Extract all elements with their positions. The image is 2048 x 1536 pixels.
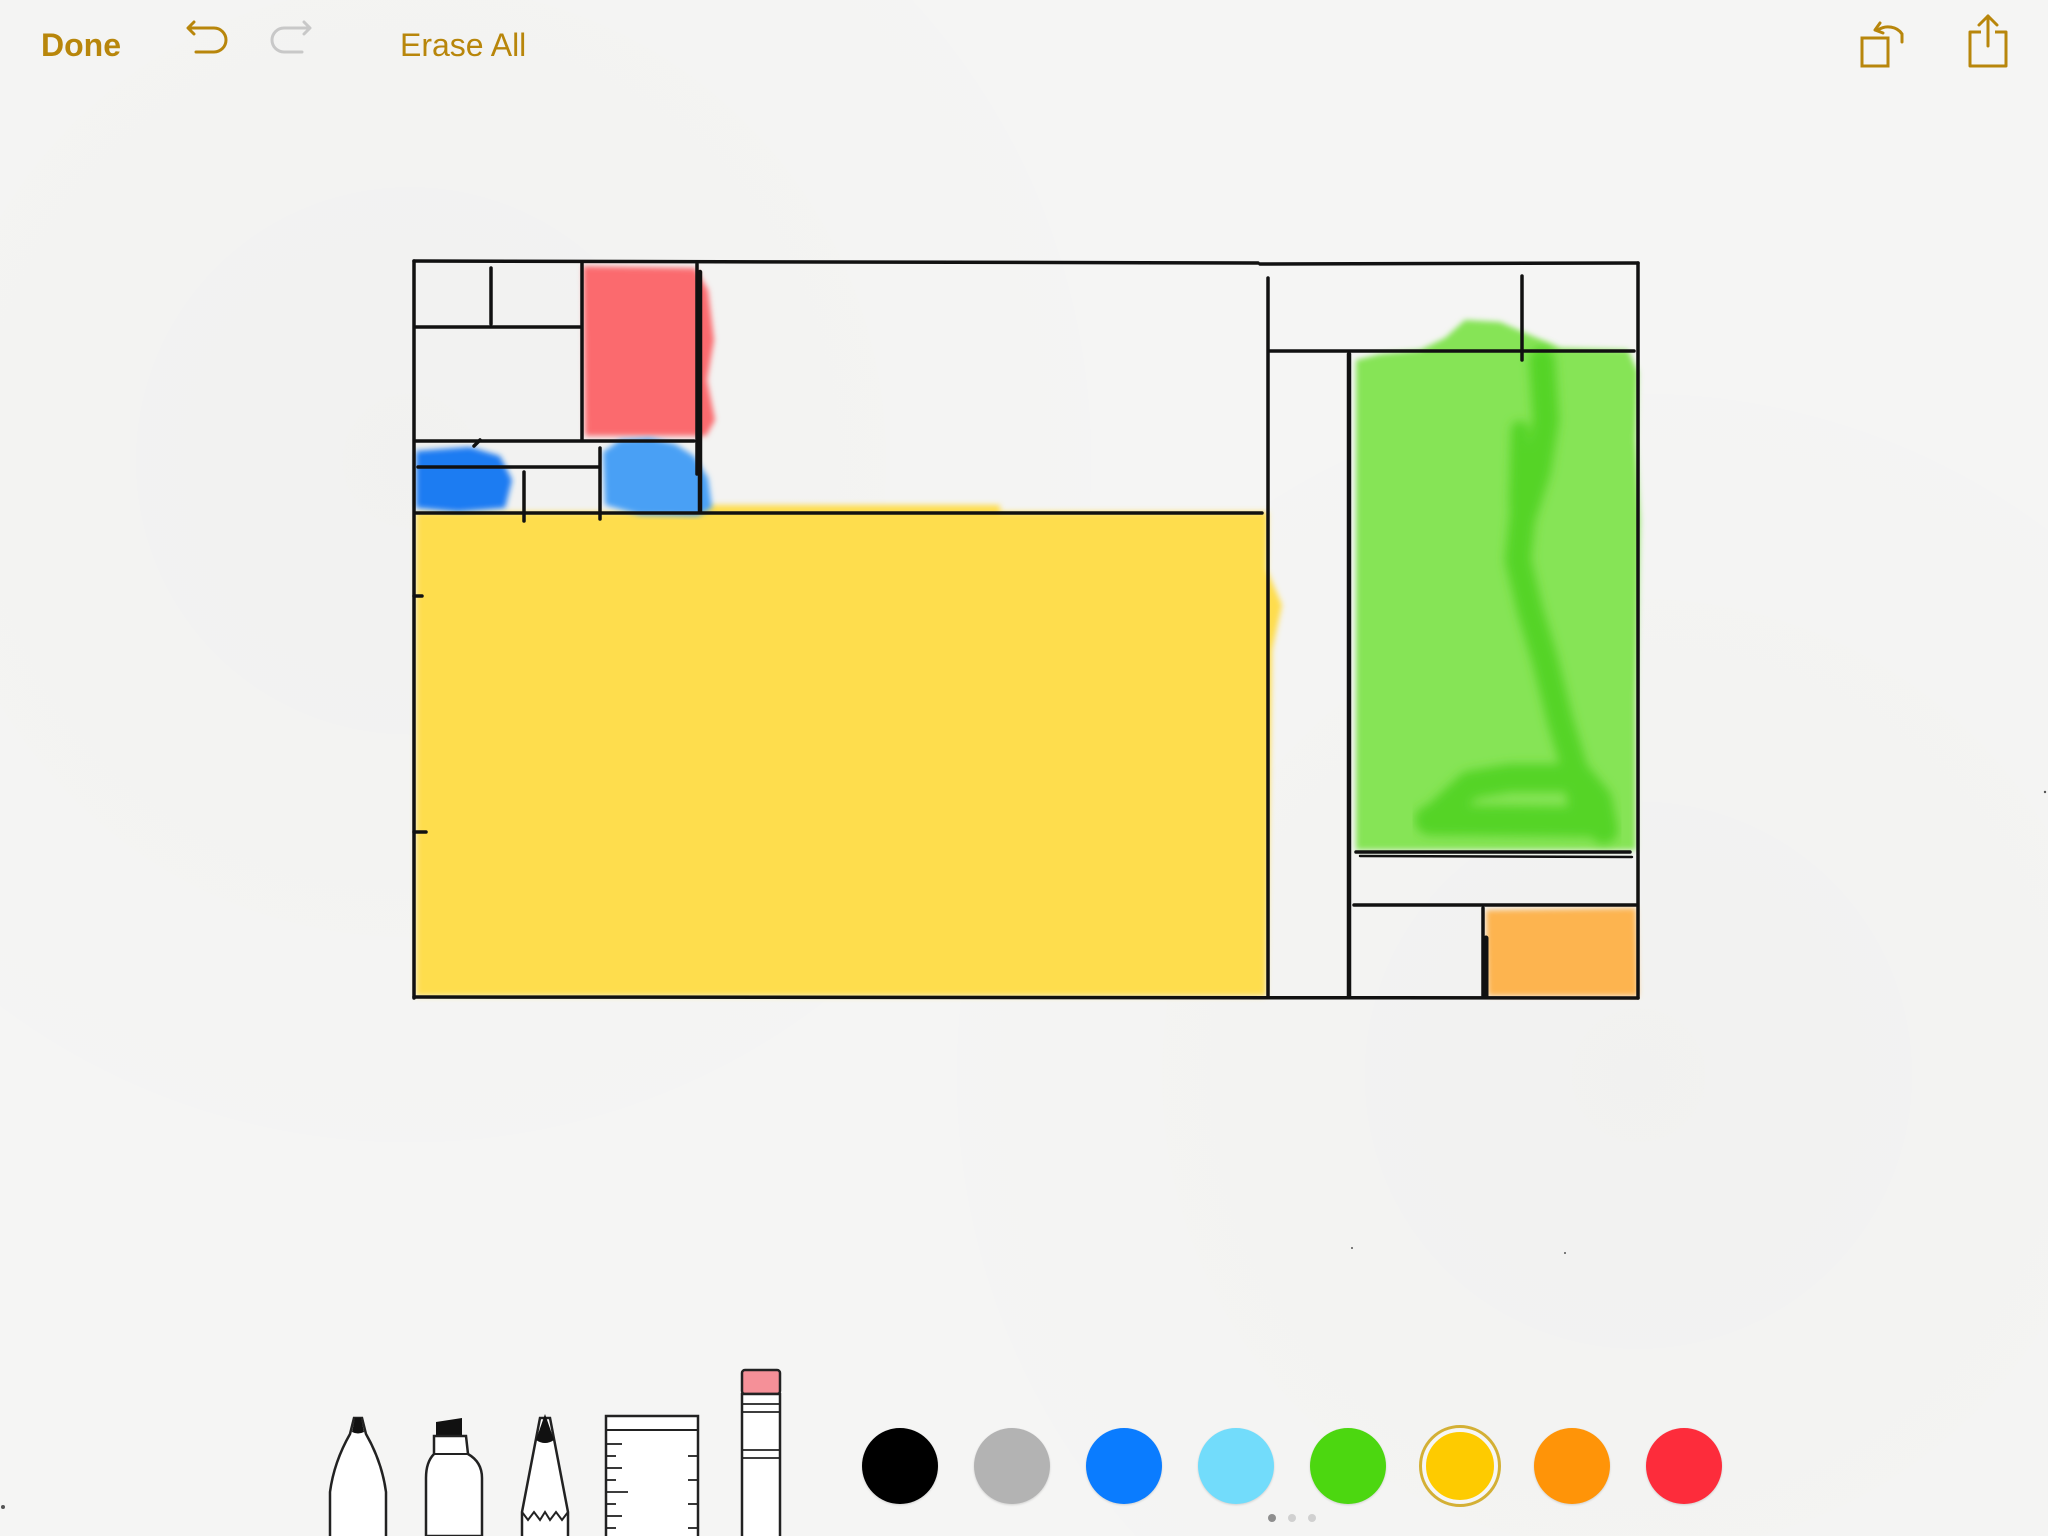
- color-swatch-orange[interactable]: [1534, 1428, 1610, 1504]
- page-dot: [1288, 1514, 1296, 1522]
- color-swatch-blue[interactable]: [1086, 1428, 1162, 1504]
- color-swatch-red[interactable]: [1646, 1428, 1722, 1504]
- eraser-tool[interactable]: [738, 1366, 784, 1536]
- color-swatch-black[interactable]: [862, 1428, 938, 1504]
- red-block: [583, 266, 715, 436]
- pencil-tool[interactable]: [518, 1412, 572, 1536]
- drawing-canvas[interactable]: [0, 0, 2048, 1536]
- color-swatch-gray[interactable]: [974, 1428, 1050, 1504]
- color-swatch-yellow[interactable]: [1419, 1425, 1501, 1507]
- blue-block: [416, 447, 512, 512]
- yellow-block: [416, 505, 1282, 996]
- sketch-app: Done Erase All: [0, 0, 2048, 1536]
- marker-tool[interactable]: [420, 1418, 488, 1536]
- color-swatch-light-blue[interactable]: [1198, 1428, 1274, 1504]
- color-swatch-green[interactable]: [1310, 1428, 1386, 1504]
- page-dot: [1308, 1514, 1316, 1522]
- page-dot: [1268, 1514, 1276, 1522]
- ruler-tool[interactable]: [604, 1414, 700, 1536]
- orange-block: [1486, 908, 1638, 996]
- pen-tool[interactable]: [326, 1412, 390, 1536]
